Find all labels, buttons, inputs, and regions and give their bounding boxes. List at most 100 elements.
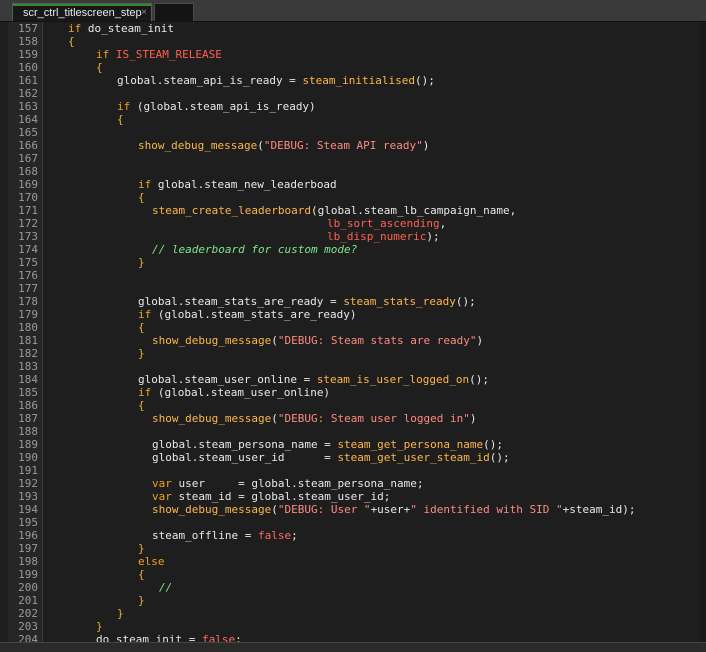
code-line[interactable]: global.steam_api_is_ready = steam_initia…: [117, 74, 435, 87]
code-token: ): [422, 139, 430, 152]
code-token: else: [138, 555, 165, 568]
line-number: 184: [18, 373, 38, 386]
code-line[interactable]: //: [159, 581, 172, 594]
code-line[interactable]: {: [138, 399, 145, 412]
code-token: steam_is_user_logged_on: [316, 373, 470, 386]
code-line[interactable]: {: [96, 61, 103, 74]
code-line[interactable]: if IS_STEAM_RELEASE: [96, 48, 222, 61]
code-token: ;: [291, 529, 298, 542]
code-token: }: [138, 347, 145, 360]
line-number: 198: [18, 555, 38, 568]
line-number: 182: [18, 347, 38, 360]
line-number: 188: [18, 425, 38, 438]
tab-scr-ctrl-titlescreen-step[interactable]: scr_ctrl_titlescreen_step ×: [12, 3, 152, 21]
code-token: var: [152, 477, 172, 490]
code-token: steam_get_user_steam_id: [337, 451, 490, 464]
code-line[interactable]: steam_create_leaderboard(global.steam_lb…: [152, 204, 516, 217]
code-token: do_steam_init: [81, 22, 174, 35]
code-line[interactable]: {: [117, 113, 124, 126]
code-line[interactable]: if do_steam_init: [68, 22, 174, 35]
tab-bar: scr_ctrl_titlescreen_step ×: [0, 0, 706, 22]
line-number: 194: [18, 503, 38, 516]
tab-empty[interactable]: [154, 3, 194, 21]
line-number-gutter: 157 158 159 160 161 162 163 164 165 166 167 168 169 1…: [8, 22, 43, 642]
code-token: show_debug_message: [138, 139, 258, 152]
code-line[interactable]: {: [138, 191, 145, 204]
code-line[interactable]: if (global.steam_api_is_ready): [117, 100, 316, 113]
code-line[interactable]: lb_sort_ascending,: [327, 217, 446, 230]
close-icon[interactable]: ×: [141, 7, 147, 18]
line-number: 190: [18, 451, 38, 464]
code-line[interactable]: show_debug_message("DEBUG: Steam stats a…: [152, 334, 483, 347]
line-number: 192: [18, 477, 38, 490]
code-token: " identified with SID ": [410, 503, 563, 516]
code-line[interactable]: lb_disp_numeric);: [327, 230, 440, 243]
code-token: ): [476, 334, 484, 347]
code-line[interactable]: }: [96, 620, 103, 633]
code-line[interactable]: // leaderboard for custom mode?: [152, 243, 357, 256]
line-number: 191: [18, 464, 38, 477]
code-token: global.steam_user_id =: [152, 451, 338, 464]
line-number: 162: [18, 87, 38, 100]
code-line[interactable]: global.steam_user_id = steam_get_user_st…: [152, 451, 510, 464]
code-line[interactable]: var user = global.steam_persona_name;: [152, 477, 424, 490]
code-line[interactable]: if (global.steam_stats_are_ready): [138, 308, 357, 321]
code-line[interactable]: {: [138, 321, 145, 334]
code-token: ): [469, 412, 477, 425]
code-token: show_debug_message: [152, 503, 272, 516]
active-tab-indicator: [13, 4, 151, 6]
code-token: }: [96, 620, 103, 633]
code-token: if: [138, 178, 152, 191]
code-token: (global.steam_lb_campaign_name,: [310, 204, 517, 217]
code-token: steam_initialised: [302, 74, 416, 87]
code-token: IS_STEAM_RELEASE: [115, 48, 222, 61]
code-line[interactable]: do_steam_init = false;: [96, 633, 242, 642]
code-line[interactable]: if global.steam_new_leaderboad: [138, 178, 337, 191]
line-number: 166: [18, 139, 38, 152]
line-number: 170: [18, 191, 38, 204]
line-number: 169: [18, 178, 38, 191]
code-line[interactable]: }: [138, 594, 145, 607]
code-line[interactable]: show_debug_message("DEBUG: Steam user lo…: [152, 412, 477, 425]
code-token: //: [159, 581, 173, 594]
code-line[interactable]: global.steam_persona_name = steam_get_pe…: [152, 438, 503, 451]
code-token: "DEBUG: Steam stats are ready": [277, 334, 477, 347]
line-number: 181: [18, 334, 38, 347]
code-line[interactable]: global.steam_user_online = steam_is_user…: [138, 373, 489, 386]
code-line[interactable]: if (global.steam_user_online): [138, 386, 330, 399]
line-number: 201: [18, 594, 38, 607]
code-line[interactable]: show_debug_message("DEBUG: User "+user+"…: [152, 503, 636, 516]
line-number: 178: [18, 295, 38, 308]
code-line[interactable]: }: [138, 347, 145, 360]
code-token: +user+: [370, 503, 411, 516]
line-number: 168: [18, 165, 38, 178]
line-number: 160: [18, 61, 38, 74]
code-line[interactable]: {: [138, 568, 145, 581]
line-number: 186: [18, 399, 38, 412]
code-line[interactable]: else: [138, 555, 165, 568]
code-token: global.steam_new_leaderboad: [151, 178, 337, 191]
code-token: (global.steam_stats_are_ready): [151, 308, 357, 321]
vertical-scrollbar[interactable]: [700, 22, 706, 642]
code-token: (global.steam_api_is_ready): [130, 100, 316, 113]
line-number: 161: [18, 74, 38, 87]
code-line[interactable]: }: [138, 542, 145, 555]
code-line[interactable]: steam_offline = false;: [152, 529, 298, 542]
code-line[interactable]: {: [68, 35, 75, 48]
line-number: 173: [18, 230, 38, 243]
code-token: var: [152, 490, 172, 503]
code-line[interactable]: }: [138, 256, 145, 269]
code-editor[interactable]: 157 158 159 160 161 162 163 164 165 166 167 168 169 1…: [8, 22, 706, 642]
line-number: 167: [18, 152, 38, 165]
code-line[interactable]: global.steam_stats_are_ready = steam_sta…: [138, 295, 476, 308]
code-token: global.steam_persona_name =: [152, 438, 338, 451]
code-token: {: [117, 113, 124, 126]
code-line[interactable]: show_debug_message("DEBUG: Steam API rea…: [138, 139, 429, 152]
code-line[interactable]: }: [117, 607, 124, 620]
line-number: 196: [18, 529, 38, 542]
line-number: 199: [18, 568, 38, 581]
code-token: if: [117, 100, 131, 113]
code-token: (: [257, 139, 264, 152]
code-line[interactable]: var steam_id = global.steam_user_id;: [152, 490, 390, 503]
line-number: 176: [18, 269, 38, 282]
